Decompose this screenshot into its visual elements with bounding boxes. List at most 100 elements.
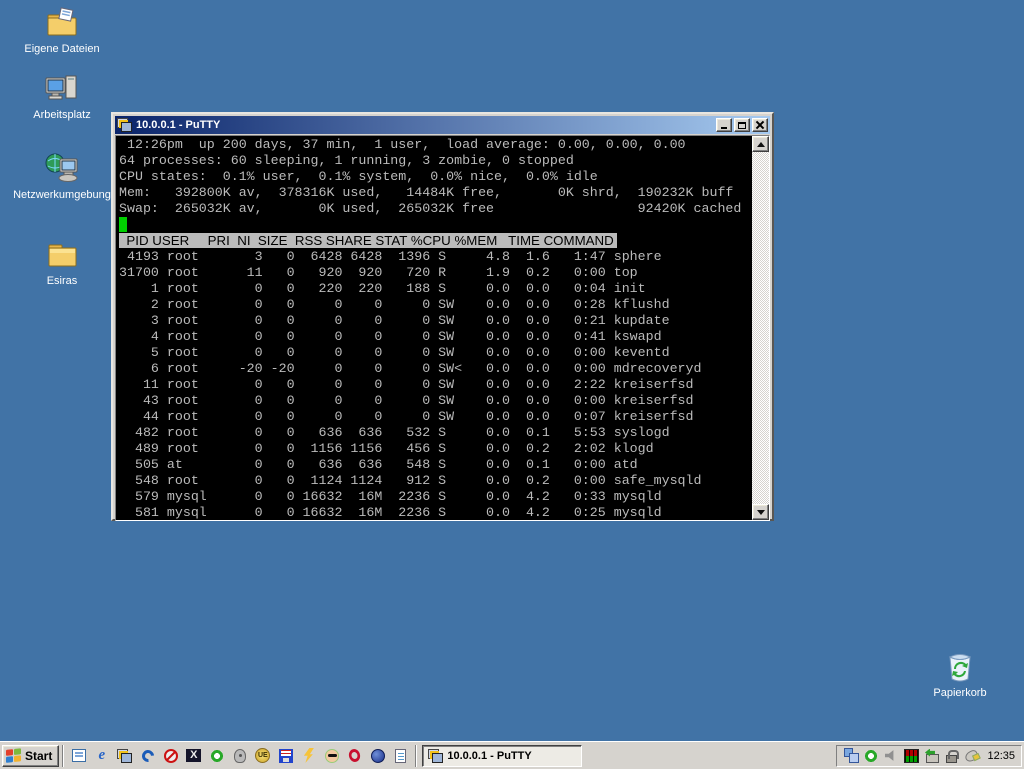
network-cubes-button[interactable] [843, 748, 859, 764]
blue-swirl-button[interactable] [136, 745, 159, 767]
process-row: 4 root 0 0 0 0 0 SW 0.0 0.0 0:41 kswapd [119, 329, 752, 345]
quick-launch-bar [67, 745, 412, 767]
task-button-putty[interactable]: 10.0.0.1 - PuTTY [422, 745, 582, 767]
disk-update-button[interactable] [923, 748, 939, 764]
desktop-icon-eigene-dateien[interactable]: Eigene Dateien [7, 6, 117, 55]
text-document-button[interactable] [389, 745, 412, 767]
desktop-icon-label: Eigene Dateien [24, 43, 99, 55]
lightning-icon [304, 748, 314, 763]
process-row: 4193 root 3 0 6428 6428 1396 S 4.8 1.6 1… [119, 249, 752, 265]
desktop-icon-papierkorb[interactable]: Papierkorb [905, 650, 1015, 699]
traffic-monitor-icon [904, 749, 919, 763]
start-button-label: Start [25, 749, 52, 763]
scrollbar-track[interactable] [752, 152, 769, 504]
no-entry-button[interactable] [159, 745, 182, 767]
icq-flower-button[interactable] [863, 748, 879, 764]
system-tray: 12:35 [836, 745, 1022, 767]
documents-folder-icon [44, 6, 80, 40]
putty-icon [117, 118, 132, 132]
recycle-bin-icon [942, 650, 978, 684]
blue-globe-button[interactable] [366, 745, 389, 767]
desktop-icon-esiras[interactable]: Esiras [7, 238, 117, 287]
minimize-button[interactable] [716, 118, 732, 132]
desktop[interactable]: { "colors": { "desktop_bg": "#4173A6", "… [0, 0, 1024, 769]
sunglasses-face-button[interactable] [320, 745, 343, 767]
icq-flower-button[interactable] [205, 745, 228, 767]
maximize-icon [738, 122, 746, 129]
text-document-icon [395, 749, 406, 763]
process-row: 3 root 0 0 0 0 0 SW 0.0 0.0 0:21 kupdate [119, 313, 752, 329]
my-computer-icon [44, 72, 80, 106]
window-title: 10.0.0.1 - PuTTY [136, 119, 716, 131]
opera-ring-button[interactable] [343, 745, 366, 767]
terminal-summary-line: CPU states: 0.1% user, 0.1% system, 0.0%… [119, 169, 752, 185]
process-row: 2 root 0 0 0 0 0 SW 0.0 0.0 0:28 kflushd [119, 297, 752, 313]
clock-figure-button[interactable] [228, 745, 251, 767]
ultraedit-button[interactable] [251, 745, 274, 767]
network-cubes-icon [844, 748, 859, 763]
disk-update-icon [924, 749, 939, 763]
arrow-up-icon [757, 142, 765, 147]
process-row: 31700 root 11 0 920 920 720 R 1.9 0.2 0:… [119, 265, 752, 281]
icq-flower-icon [210, 749, 224, 763]
show-desktop-button[interactable] [67, 745, 90, 767]
scroll-up-button[interactable] [752, 136, 769, 152]
process-row: 44 root 0 0 0 0 0 SW 0.0 0.0 0:07 kreise… [119, 409, 752, 425]
terminal-cursor-line [119, 217, 752, 233]
scroll-down-button[interactable] [752, 504, 769, 520]
close-icon [756, 121, 764, 129]
mouse-button[interactable] [963, 748, 979, 764]
terminal-summary-line: Mem: 392800K av, 378316K used, 14484K fr… [119, 185, 752, 201]
desktop-icon-label: Arbeitsplatz [33, 109, 90, 121]
blue-swirl-icon [139, 747, 156, 764]
lightning-button[interactable] [297, 745, 320, 767]
taskbar-divider [62, 745, 64, 767]
desktop-icon-netzwerkumgebung[interactable]: Netzwerkumgebung [7, 152, 117, 201]
volume-button[interactable] [883, 748, 899, 764]
traffic-monitor-button[interactable] [903, 748, 919, 764]
sunglasses-face-icon [325, 749, 339, 763]
process-row: 6 root -20 -20 0 0 0 SW< 0.0 0.0 0:00 md… [119, 361, 752, 377]
taskbar: Start 10.0.0.1 - PuTTY 12:35 [0, 741, 1024, 769]
close-button[interactable] [752, 118, 768, 132]
process-row: 43 root 0 0 0 0 0 SW 0.0 0.0 0:00 kreise… [119, 393, 752, 409]
terminal[interactable]: 12:26pm up 200 days, 37 min, 1 user, loa… [116, 136, 752, 520]
internet-explorer-button[interactable] [90, 745, 113, 767]
process-row: 579 mysql 0 0 16632 16M 2236 S 0.0 4.2 0… [119, 489, 752, 505]
process-row: 11 root 0 0 0 0 0 SW 0.0 0.0 2:22 kreise… [119, 377, 752, 393]
putty-icon [428, 749, 443, 763]
arrow-down-icon [757, 510, 765, 515]
start-button[interactable]: Start [2, 745, 59, 767]
process-row: 581 mysql 0 0 16632 16M 2236 S 0.0 4.2 0… [119, 505, 752, 520]
floppy-disk-button[interactable] [274, 745, 297, 767]
network-neighborhood-icon [44, 152, 80, 186]
process-row: 489 root 0 0 1156 1156 456 S 0.0 0.2 2:0… [119, 441, 752, 457]
blue-globe-icon [371, 749, 385, 763]
no-entry-icon [164, 749, 178, 763]
maximize-button[interactable] [734, 118, 750, 132]
table-header-text: PID USER PRI NI SIZE RSS SHARE STAT %CPU… [119, 233, 617, 248]
padlock-button[interactable] [943, 748, 959, 764]
icq-flower-icon [864, 749, 878, 763]
terminal-table-header: PID USER PRI NI SIZE RSS SHARE STAT %CPU… [119, 233, 752, 249]
clock-figure-icon [234, 749, 246, 763]
mouse-icon [963, 748, 979, 763]
show-desktop-icon [72, 749, 86, 762]
desktop-icon-arbeitsplatz[interactable]: Arbeitsplatz [7, 72, 117, 121]
volume-icon [885, 750, 898, 762]
terminal-scrollbar[interactable] [752, 136, 769, 520]
floppy-disk-icon [279, 749, 293, 763]
x-window-button[interactable] [182, 745, 205, 767]
terminal-cursor [119, 217, 127, 232]
putty-icon [117, 749, 132, 763]
padlock-icon [946, 755, 957, 763]
process-row: 505 at 0 0 636 636 548 S 0.0 0.1 0:00 at… [119, 457, 752, 473]
terminal-summary-line: Swap: 265032K av, 0K used, 265032K free … [119, 201, 752, 217]
putty-button[interactable] [113, 745, 136, 767]
taskbar-clock[interactable]: 12:35 [987, 750, 1015, 762]
process-row: 548 root 0 0 1124 1124 912 S 0.0 0.2 0:0… [119, 473, 752, 489]
x-window-icon [186, 749, 201, 762]
windows-logo-icon [6, 748, 22, 764]
window-titlebar[interactable]: 10.0.0.1 - PuTTY [115, 116, 770, 134]
internet-explorer-icon [94, 748, 109, 763]
